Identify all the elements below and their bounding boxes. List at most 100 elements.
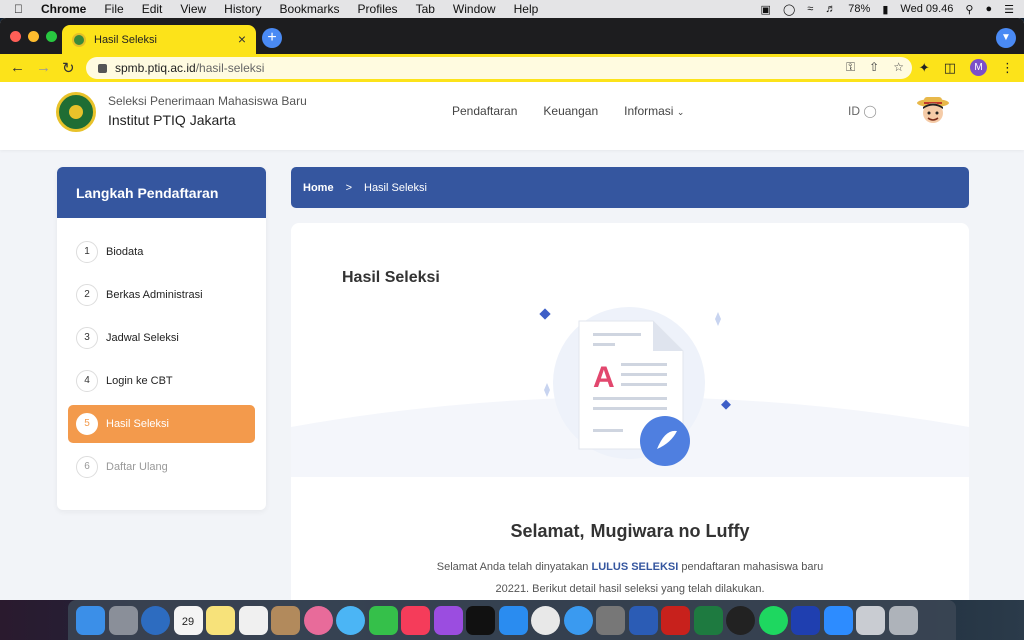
control-center-icon[interactable]: ☰ xyxy=(1004,3,1014,16)
ptiq-logo[interactable] xyxy=(56,92,96,132)
step-number: 5 xyxy=(76,413,98,435)
tab-search-button[interactable]: ▼ xyxy=(996,28,1016,48)
screen-record-icon[interactable]: ▣ xyxy=(761,3,771,16)
nav-keuangan[interactable]: Keuangan xyxy=(543,104,598,118)
forward-arrow-icon[interactable]: → xyxy=(36,59,51,76)
word-icon[interactable] xyxy=(628,605,658,635)
brand-title: Institut PTIQ Jakarta xyxy=(108,112,236,128)
siri-icon[interactable]: ● xyxy=(985,3,992,15)
user-avatar[interactable] xyxy=(914,94,952,126)
menu-app-name[interactable]: Chrome xyxy=(41,2,86,16)
launchpad-icon[interactable] xyxy=(108,605,138,635)
messages-icon[interactable] xyxy=(336,605,365,635)
chevron-down-icon: ⌄ xyxy=(676,107,685,117)
menu-profiles[interactable]: Profiles xyxy=(358,2,398,16)
sidebar-title: Langkah Pendaftaran xyxy=(57,167,266,218)
tab-hasil-seleksi[interactable]: Hasil Seleksi × xyxy=(62,25,256,54)
bookmark-star-icon[interactable]: ☆ xyxy=(893,60,904,75)
main-nav: Pendaftaran Keuangan Informasi ⌄ xyxy=(452,104,684,118)
downloads-stack-icon[interactable] xyxy=(856,605,885,635)
result-card: Hasil Seleksi A Selamat, Mugiwara no Luf… xyxy=(291,223,969,600)
minimize-window-button[interactable] xyxy=(28,31,39,42)
battery-icon[interactable]: ▮ xyxy=(882,3,888,16)
edge-icon[interactable] xyxy=(141,605,170,635)
system-preferences-icon[interactable] xyxy=(596,605,625,635)
breadcrumb-separator: > xyxy=(345,181,352,194)
zoom-window-button[interactable] xyxy=(46,31,57,42)
apple-icon[interactable]:  xyxy=(14,2,23,16)
back-arrow-icon[interactable]: ← xyxy=(10,59,25,76)
tab-strip: Hasil Seleksi × + ▼ xyxy=(0,18,1024,54)
menu-history[interactable]: History xyxy=(224,2,261,16)
reload-icon[interactable]: ↻ xyxy=(62,59,75,77)
menu-edit[interactable]: Edit xyxy=(142,2,163,16)
nav-pendaftaran[interactable]: Pendaftaran xyxy=(452,104,517,118)
podcasts-icon[interactable] xyxy=(433,605,463,635)
spotify-icon[interactable] xyxy=(758,605,788,635)
nav-informasi[interactable]: Informasi ⌄ xyxy=(624,104,684,118)
share-icon[interactable]: ⇧ xyxy=(869,60,879,75)
extensions-icon[interactable]: ✦ xyxy=(919,60,930,76)
wifi-icon[interactable]: ≈ xyxy=(807,3,813,15)
step-jadwal-seleksi[interactable]: 3 Jadwal Seleksi xyxy=(68,319,255,357)
lock-icon[interactable] xyxy=(98,63,107,73)
acrobat-icon[interactable] xyxy=(661,605,690,635)
sidepanel-icon[interactable]: ◫ xyxy=(944,60,956,76)
step-biodata[interactable]: 1 Biodata xyxy=(68,233,255,271)
document-letter: A xyxy=(593,361,615,394)
step-label: Jadwal Seleksi xyxy=(106,332,179,344)
key-icon[interactable]: ⚿ xyxy=(846,60,855,75)
excel-icon[interactable] xyxy=(693,605,723,635)
step-number: 3 xyxy=(76,327,98,349)
sparkle-icon xyxy=(715,312,721,326)
notebook-icon[interactable] xyxy=(271,605,300,635)
spotlight-icon[interactable]: ⚲ xyxy=(965,3,973,16)
step-daftar-ulang[interactable]: 6 Daftar Ulang xyxy=(68,448,255,486)
blue-app-icon[interactable] xyxy=(791,605,820,635)
step-label: Biodata xyxy=(106,246,144,258)
xcode-icon[interactable] xyxy=(726,605,755,635)
step-number: 6 xyxy=(76,456,98,478)
breadcrumb-current: Hasil Seleksi xyxy=(364,181,427,194)
menu-window[interactable]: Window xyxy=(453,2,496,16)
menu-tab[interactable]: Tab xyxy=(416,2,435,16)
step-berkas-administrasi[interactable]: 2 Berkas Administrasi xyxy=(68,276,255,314)
breadcrumb-home[interactable]: Home xyxy=(303,182,334,194)
step-hasil-seleksi[interactable]: 5 Hasil Seleksi xyxy=(68,405,255,443)
url-path: /hasil-seleksi xyxy=(195,61,265,75)
menu-file[interactable]: File xyxy=(104,2,123,16)
calendar-icon[interactable]: 29 xyxy=(173,605,203,635)
notes-icon[interactable] xyxy=(206,605,235,635)
volume-icon[interactable]: ♬ xyxy=(825,3,836,15)
step-login-cbt[interactable]: 4 Login ke CBT xyxy=(68,362,255,400)
new-tab-button[interactable]: + xyxy=(262,28,282,48)
menu-help[interactable]: Help xyxy=(514,2,539,16)
address-bar[interactable]: spmb.ptiq.ac.id/hasil-seleksi ⚿ ⇧ ☆ xyxy=(86,57,912,79)
close-tab-icon[interactable]: × xyxy=(238,31,246,47)
cc-icon[interactable]: ◯ xyxy=(783,3,795,16)
finder-icon[interactable] xyxy=(76,605,105,635)
safari-icon[interactable] xyxy=(563,605,593,635)
greeting: Selamat, Mugiwara no Luffy xyxy=(291,521,969,542)
facetime-icon[interactable] xyxy=(368,605,398,635)
trash-icon[interactable] xyxy=(888,605,918,635)
zoom-icon[interactable] xyxy=(823,605,853,635)
app-store-icon[interactable] xyxy=(498,605,528,635)
menu-bookmarks[interactable]: Bookmarks xyxy=(280,2,340,16)
breadcrumb: Home > Hasil Seleksi xyxy=(291,167,969,208)
chrome-icon[interactable] xyxy=(531,605,560,635)
reminders-icon[interactable] xyxy=(238,605,268,635)
photos-icon[interactable] xyxy=(303,605,333,635)
brand-subtitle: Seleksi Penerimaan Mahasiswa Baru xyxy=(108,94,307,108)
kebab-menu-icon[interactable]: ⋮ xyxy=(1001,60,1014,76)
profile-avatar[interactable]: M xyxy=(970,59,987,76)
clock[interactable]: Wed 09.46 xyxy=(900,3,953,15)
menu-view[interactable]: View xyxy=(180,2,206,16)
site-favicon xyxy=(72,32,86,47)
language-switcher[interactable]: ID ◯ xyxy=(848,104,877,118)
music-icon[interactable] xyxy=(401,605,430,635)
browser-toolbar: ← → ↻ spmb.ptiq.ac.id/hasil-seleksi ⚿ ⇧ … xyxy=(0,54,1024,82)
apple-tv-icon[interactable] xyxy=(466,605,495,635)
close-window-button[interactable] xyxy=(10,31,21,42)
battery-percent[interactable]: 78% xyxy=(848,3,870,15)
